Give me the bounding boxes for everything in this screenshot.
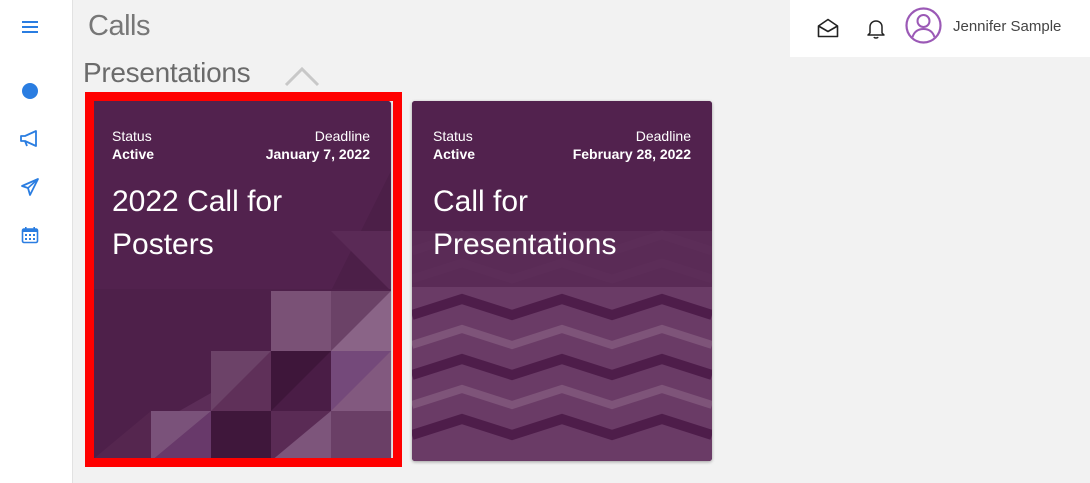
dashboard-dot-icon[interactable] [14,75,46,107]
megaphone-icon[interactable] [14,123,46,155]
deadline-label: Deadline [314,128,370,144]
user-name[interactable]: Jennifer Sample [953,18,1061,35]
page-title: Calls [88,10,150,42]
deadline-value: February 28, 2022 [572,146,691,162]
chevron-up-icon[interactable] [283,64,321,88]
deadline-value: January 7, 2022 [265,146,370,162]
status-value: Active [433,146,476,162]
mail-open-icon[interactable] [816,16,840,40]
status-label: Status [433,128,473,144]
bell-icon[interactable] [864,16,888,40]
card-title: 2022 Call for Posters [112,185,283,261]
avatar[interactable] [905,7,942,44]
call-card[interactable]: Status Active Deadline January 7, 2022 2… [91,101,391,461]
status-label: Status [112,128,152,144]
calendar-icon[interactable] [14,219,46,251]
sidebar [0,0,73,483]
paper-plane-icon[interactable] [14,171,46,203]
deadline-block: Deadline January 7, 2022 [266,127,370,163]
top-bar: Jennifer Sample [790,0,1090,57]
deadline-block: Deadline February 28, 2022 [573,127,691,163]
deadline-label: Deadline [635,128,691,144]
menu-icon[interactable] [14,11,46,43]
status-block: Status Active [433,127,475,163]
status-value: Active [112,146,155,162]
call-card[interactable]: Status Active Deadline February 28, 2022… [412,101,712,461]
section-title: Presentations [83,57,251,88]
card-title: Call for Presentations [433,185,617,261]
status-block: Status Active [112,127,154,163]
